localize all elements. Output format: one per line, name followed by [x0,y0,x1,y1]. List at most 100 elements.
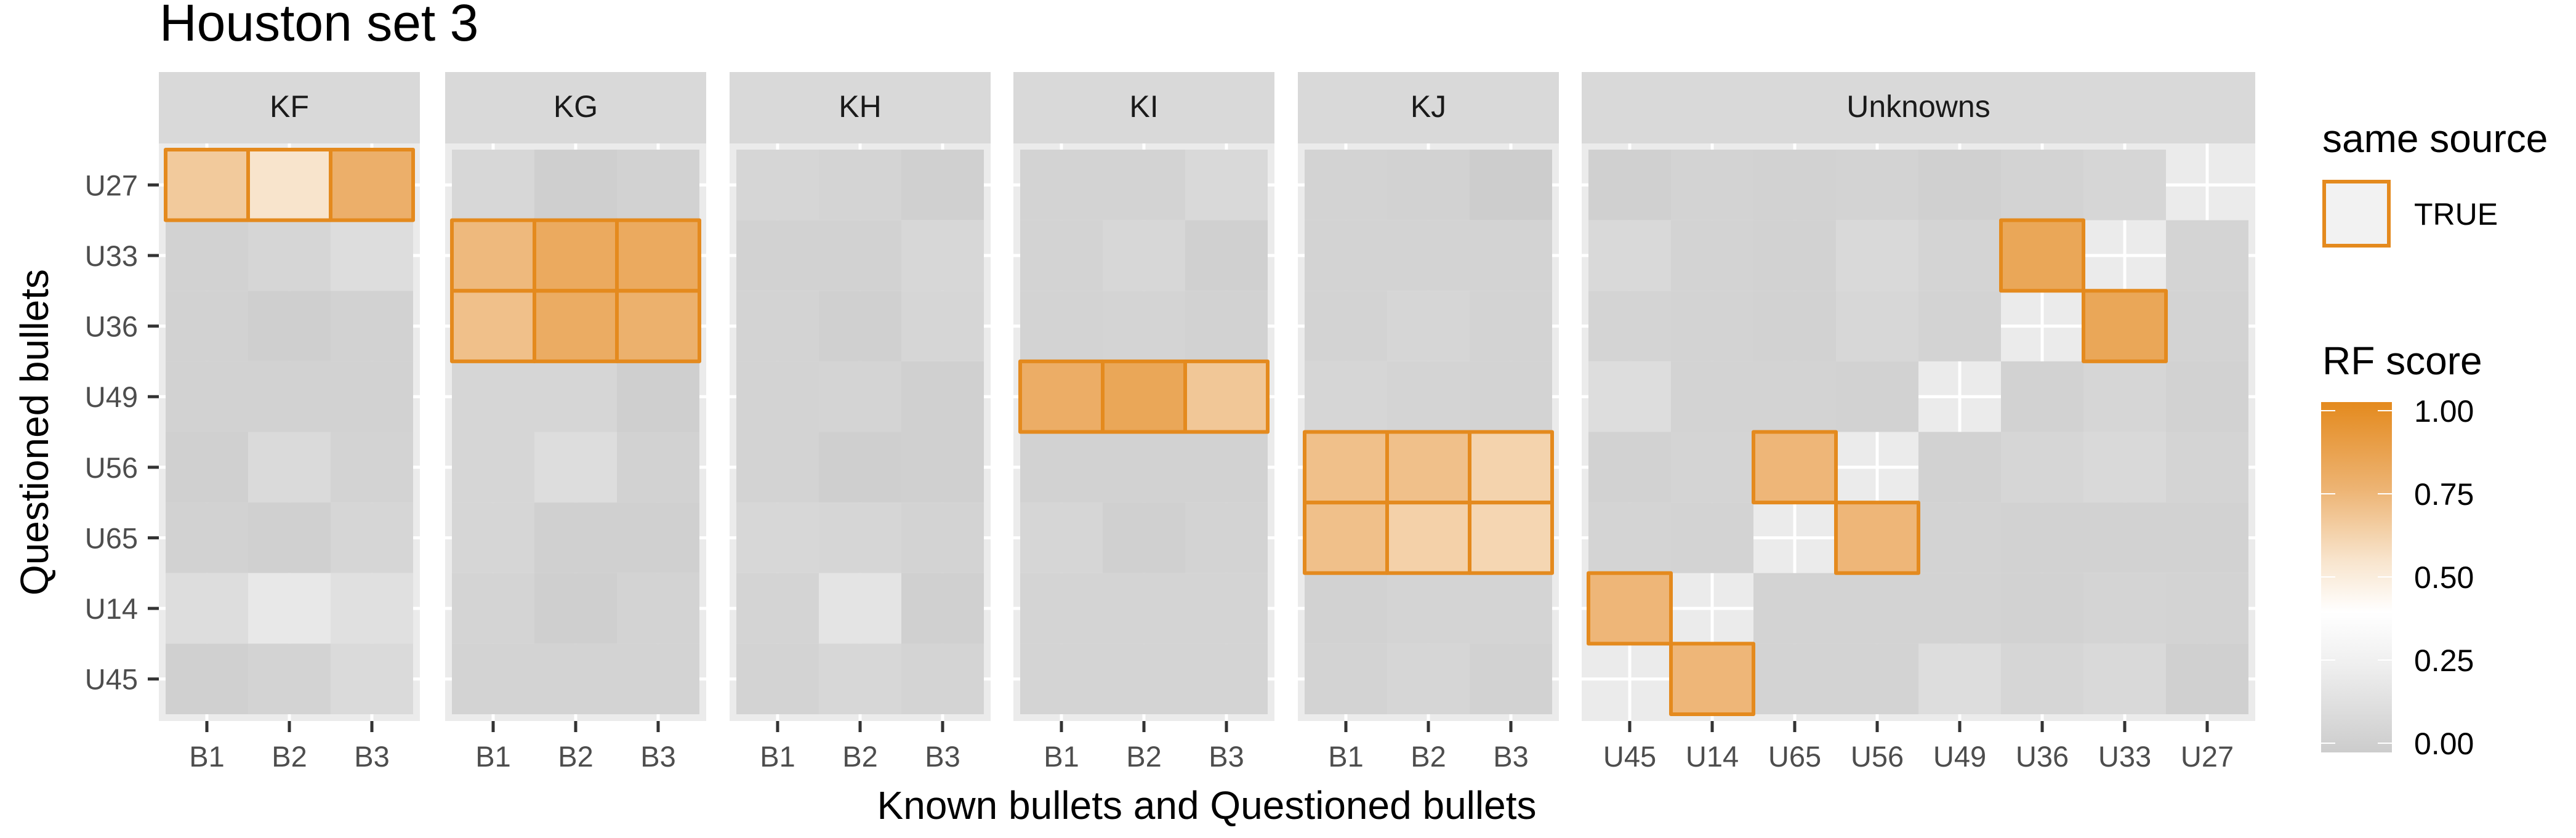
heatmap-cell [1671,502,1753,573]
heatmap-cell [819,643,901,714]
heatmap-cell [1753,361,1836,432]
legend-same-source-title: same source [2322,116,2548,161]
heatmap-cell [1918,502,2001,573]
heatmap-cell [1836,502,1918,573]
heatmap-cell [534,291,617,361]
heatmap-cell [617,361,699,432]
heatmap-cell [1753,432,1836,503]
heatmap-cell [819,502,901,573]
x-tick-label: U45 [1603,740,1656,773]
facet-panel-kf: KF B1 B2 B3 [159,72,420,773]
facet-strip-label: Unknowns [1846,89,1990,124]
heatmap-cell [819,573,901,644]
heatmap-cell [819,150,901,220]
colorbar-tick-label: 1.00 [2414,394,2474,429]
heatmap-cell [2166,432,2248,503]
heatmap-cell [1103,502,1185,573]
heatmap-cell [2166,291,2248,361]
heatmap-cell [1305,361,1387,432]
heatmap-cell [1185,643,1268,714]
heatmap-cell [1305,291,1387,361]
heatmap-cell [1588,502,1671,573]
heatmap-cell [1387,643,1470,714]
x-tick-label: B1 [760,740,795,773]
facet-panels: KF B1 B2 B3 KG B1 B2 B3 KH B1 B2 B3 KI B1 B2 B3 KJ B1 B2 B3… [159,72,2255,773]
heatmap-cell [1753,291,1836,361]
legend-rf-score-title: RF score [2322,339,2482,383]
legend-same-source: same source TRUE [2322,116,2548,248]
x-tick-label: B2 [1411,740,1446,773]
x-tick-label: B1 [1044,740,1079,773]
heatmap-cell [819,432,901,503]
heatmap-cell [617,291,699,361]
x-tick-label: B1 [1328,740,1364,773]
y-tick-label: U14 [85,592,138,625]
heatmap-cell [2001,502,2083,573]
heatmap-cell [166,432,248,503]
heatmap-cell [1470,150,1552,220]
heatmap-cell [1470,291,1552,361]
heatmap-cell [736,502,819,573]
colorbar-tick-label: 0.25 [2414,643,2474,678]
x-tick-label: B2 [558,740,594,773]
heatmap-cell [331,643,413,714]
facet-panel-kg: KG B1 B2 B3 [445,72,706,773]
heatmap-cell [1185,291,1268,361]
x-tick-label: B2 [272,740,307,773]
heatmap-cell [534,432,617,503]
heatmap-cell [534,573,617,644]
heatmap-cell [617,220,699,291]
y-tick-label: U56 [85,451,138,484]
heatmap-cell [166,361,248,432]
facet-strip-label: KF [270,89,309,124]
heatmap-cell [1103,291,1185,361]
legend-rf-score: RF score 1.00 0.75 0.50 0.25 0.00 [2321,339,2482,761]
heatmap-cell [736,220,819,291]
heatmap-cell [1588,220,1671,291]
y-tick-label: U27 [85,169,138,201]
heatmap-cell [1470,502,1552,573]
heatmap-cell [2001,432,2083,503]
x-tick-label: U49 [1933,740,1986,773]
heatmap-cell [901,220,984,291]
heatmap-cell [331,220,413,291]
heatmap-cell [736,643,819,714]
heatmap-cell [248,291,331,361]
heatmap-cell [1588,150,1671,220]
heatmap-cell [1671,432,1753,503]
x-tick-label: U65 [1768,740,1821,773]
heatmap-cell [452,573,534,644]
heatmap-cell [166,573,248,644]
y-tick-label: U49 [85,381,138,413]
heatmap-cell [2083,502,2166,573]
x-tick-label: B3 [925,740,960,773]
chart-title: Houston set 3 [159,0,478,52]
heatmap-cell [1387,573,1470,644]
heatmap-cell [1918,150,2001,220]
heatmap-cell [736,573,819,644]
heatmap-cell [617,502,699,573]
y-tick-label: U45 [85,663,138,696]
y-axis: U27 U33 U36 U49 U56 U65 U14 U45 [85,169,159,696]
x-tick-label: B3 [640,740,676,773]
heatmap-cell [2001,573,2083,644]
facet-panel-kh: KH B1 B2 B3 [730,72,991,773]
heatmap-cell [1836,291,1918,361]
heatmap-cell [1836,150,1918,220]
heatmap-cell [819,361,901,432]
heatmap-cell [1020,291,1103,361]
heatmap-cell [1470,432,1552,503]
x-tick-label: U56 [1851,740,1904,773]
heatmap-cell [1836,573,1918,644]
heatmap-cell [1103,361,1185,432]
heatmap-cell [1836,220,1918,291]
heatmap-cell [534,361,617,432]
heatmap-cell [166,502,248,573]
heatmap-cell [1470,643,1552,714]
heatmap-cell [331,361,413,432]
facet-strip-label: KJ [1411,89,1446,124]
heatmap-cell [1470,361,1552,432]
colorbar-tick-label: 0.75 [2414,477,2474,512]
heatmap-cell [736,361,819,432]
heatmap-cell [1588,291,1671,361]
